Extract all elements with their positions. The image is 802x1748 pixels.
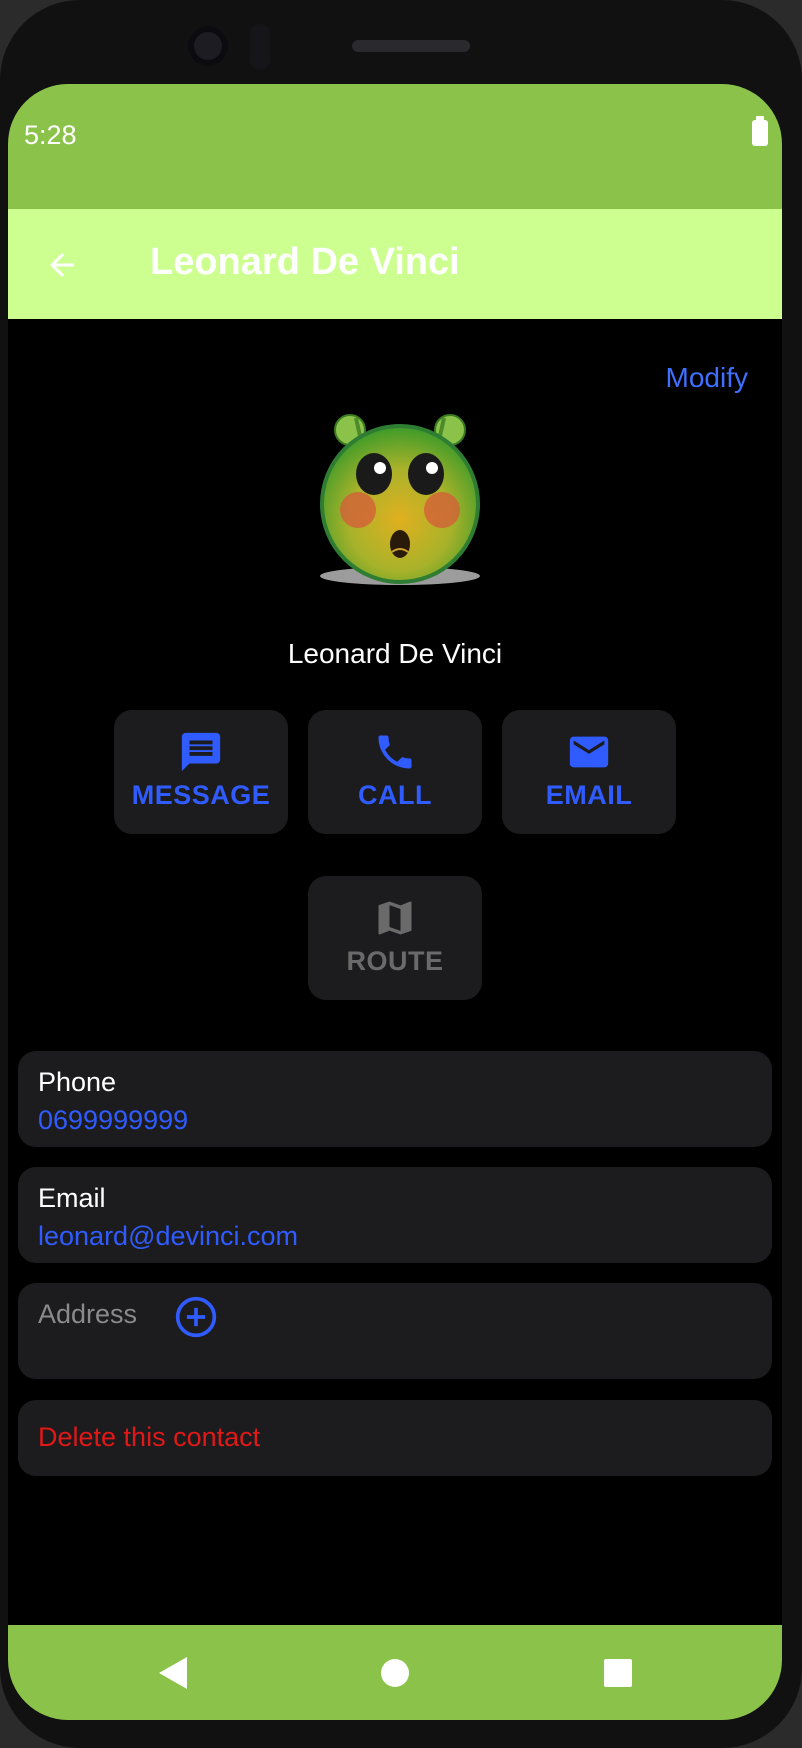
email-icon xyxy=(569,736,609,768)
address-card[interactable]: Address xyxy=(18,1283,772,1379)
email-value[interactable]: leonard@devinci.com xyxy=(38,1221,298,1252)
home-circle-icon xyxy=(381,1659,409,1687)
arrow-back-icon xyxy=(50,253,74,277)
earpiece-speaker xyxy=(352,40,470,52)
phone-card[interactable]: Phone 0699999999 xyxy=(18,1051,772,1147)
phone-frame: 5:28 Leonard De Vinci Modify Leonard De … xyxy=(0,0,802,1748)
route-label: ROUTE xyxy=(346,946,444,976)
front-camera xyxy=(188,26,228,66)
phone-icon xyxy=(378,735,412,769)
add-circle-icon[interactable] xyxy=(174,1295,218,1339)
delete-label: Delete this contact xyxy=(38,1422,261,1452)
status-time: 5:28 xyxy=(24,120,77,150)
navigation-bar xyxy=(8,1625,782,1720)
contact-name: Leonard De Vinci xyxy=(287,638,503,669)
phone-value[interactable]: 0699999999 xyxy=(38,1105,188,1136)
message-icon xyxy=(181,732,221,772)
address-label: Address xyxy=(38,1299,138,1329)
route-button[interactable]: ROUTE xyxy=(308,876,482,1000)
delete-contact-button[interactable]: Delete this contact xyxy=(18,1400,772,1476)
message-label: MESSAGE xyxy=(131,780,271,810)
square-recents-icon xyxy=(604,1659,632,1687)
phone-label: Phone xyxy=(38,1067,117,1097)
battery-icon xyxy=(752,116,768,146)
modify-button[interactable]: Modify xyxy=(666,362,748,394)
call-button[interactable]: CALL xyxy=(308,710,482,834)
page-title: Leonard De Vinci xyxy=(150,241,460,283)
email-field-label: Email xyxy=(38,1183,106,1213)
avatar xyxy=(320,414,480,585)
email-label: EMAIL xyxy=(545,780,633,810)
app-bar: Leonard De Vinci xyxy=(8,209,782,319)
email-button[interactable]: EMAIL xyxy=(502,710,676,834)
status-bar: 5:28 xyxy=(8,84,782,209)
triangle-back-icon xyxy=(159,1657,187,1689)
nav-back-button[interactable] xyxy=(146,1647,198,1699)
screen: 5:28 Leonard De Vinci Modify Leonard De … xyxy=(8,84,782,1720)
nav-home-button[interactable] xyxy=(369,1647,421,1699)
map-icon xyxy=(378,901,412,935)
nav-recents-button[interactable] xyxy=(592,1647,644,1699)
call-label: CALL xyxy=(358,780,432,810)
message-button[interactable]: MESSAGE xyxy=(114,710,288,834)
email-card[interactable]: Email leonard@devinci.com xyxy=(18,1167,772,1263)
proximity-sensor xyxy=(250,24,270,70)
back-button[interactable] xyxy=(34,237,90,293)
